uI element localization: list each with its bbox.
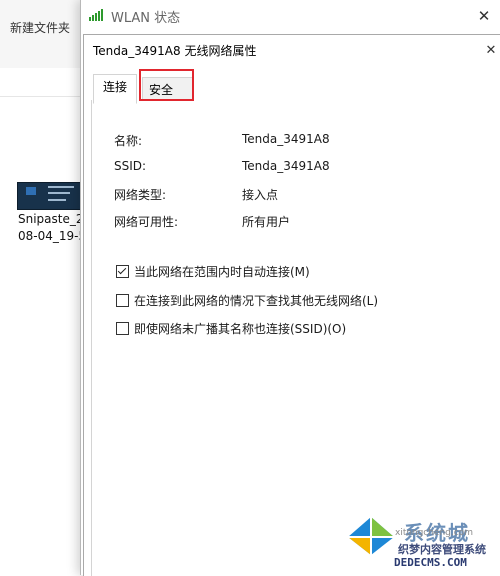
ssid-value: Tenda_3491A8 [242, 159, 330, 173]
find-other-networks-checkbox[interactable] [116, 293, 129, 307]
network-availability-value: 所有用户 [242, 215, 291, 229]
properties-close-button[interactable]: ✕ [481, 35, 500, 65]
network-properties-dialog: Tenda_3491A8 无线网络属性 ✕ 连接 安全 名称: Tenda_34… [83, 34, 500, 576]
file-name-line1: Snipaste_2 [18, 212, 84, 226]
network-type-value: 接入点 [242, 188, 279, 202]
option-find-other-networks[interactable]: 在连接到此网络的情况下查找其他无线网络(L) [116, 292, 378, 308]
ssid-label: SSID: [114, 159, 147, 173]
file-name[interactable]: Snipaste_2 08-04_19-5 [18, 211, 84, 245]
find-other-networks-label: 在连接到此网络的情况下查找其他无线网络(L) [134, 293, 379, 308]
properties-titlebar[interactable]: Tenda_3491A8 无线网络属性 ✕ [84, 35, 500, 65]
wlan-titlebar[interactable]: WLAN 状态 ✕ [81, 0, 500, 31]
wifi-signal-icon [89, 9, 105, 21]
name-label: 名称: [114, 134, 143, 148]
network-availability-label: 网络可用性: [114, 215, 179, 229]
new-folder-button[interactable]: 新建文件夹 [10, 19, 70, 36]
auto-connect-checkbox[interactable] [116, 264, 129, 278]
file-name-line2: 08-04_19-5 [18, 229, 84, 243]
auto-connect-label: 当此网络在范围内时自动连接(M) [134, 264, 310, 279]
connect-hidden-checkbox[interactable] [116, 321, 129, 335]
watermark-site-cn: 织梦内容管理系统 [398, 543, 486, 556]
file-thumbnail[interactable] [17, 182, 85, 210]
option-connect-hidden[interactable]: 即使网络未广播其名称也连接(SSID)(O) [116, 320, 346, 336]
option-auto-connect[interactable]: 当此网络在范围内时自动连接(M) [116, 263, 310, 279]
name-value: Tenda_3491A8 [242, 132, 330, 146]
connect-hidden-label: 即使网络未广播其名称也连接(SSID)(O) [134, 321, 347, 336]
watermark-logo-icon [348, 517, 394, 555]
watermark-site-en: DEDECMS.COM [394, 556, 467, 569]
watermark-url: xitongcheng.com [395, 528, 473, 538]
connection-panel: 名称: Tenda_3491A8 SSID: Tenda_3491A8 网络类型… [91, 100, 500, 576]
network-type-label: 网络类型: [114, 188, 167, 202]
properties-title: Tenda_3491A8 无线网络属性 [93, 44, 257, 58]
wlan-close-button[interactable]: ✕ [467, 0, 500, 31]
security-tab-highlight [139, 69, 194, 101]
tab-connection[interactable]: 连接 [93, 74, 138, 104]
wlan-window-title: WLAN 状态 [111, 11, 181, 26]
